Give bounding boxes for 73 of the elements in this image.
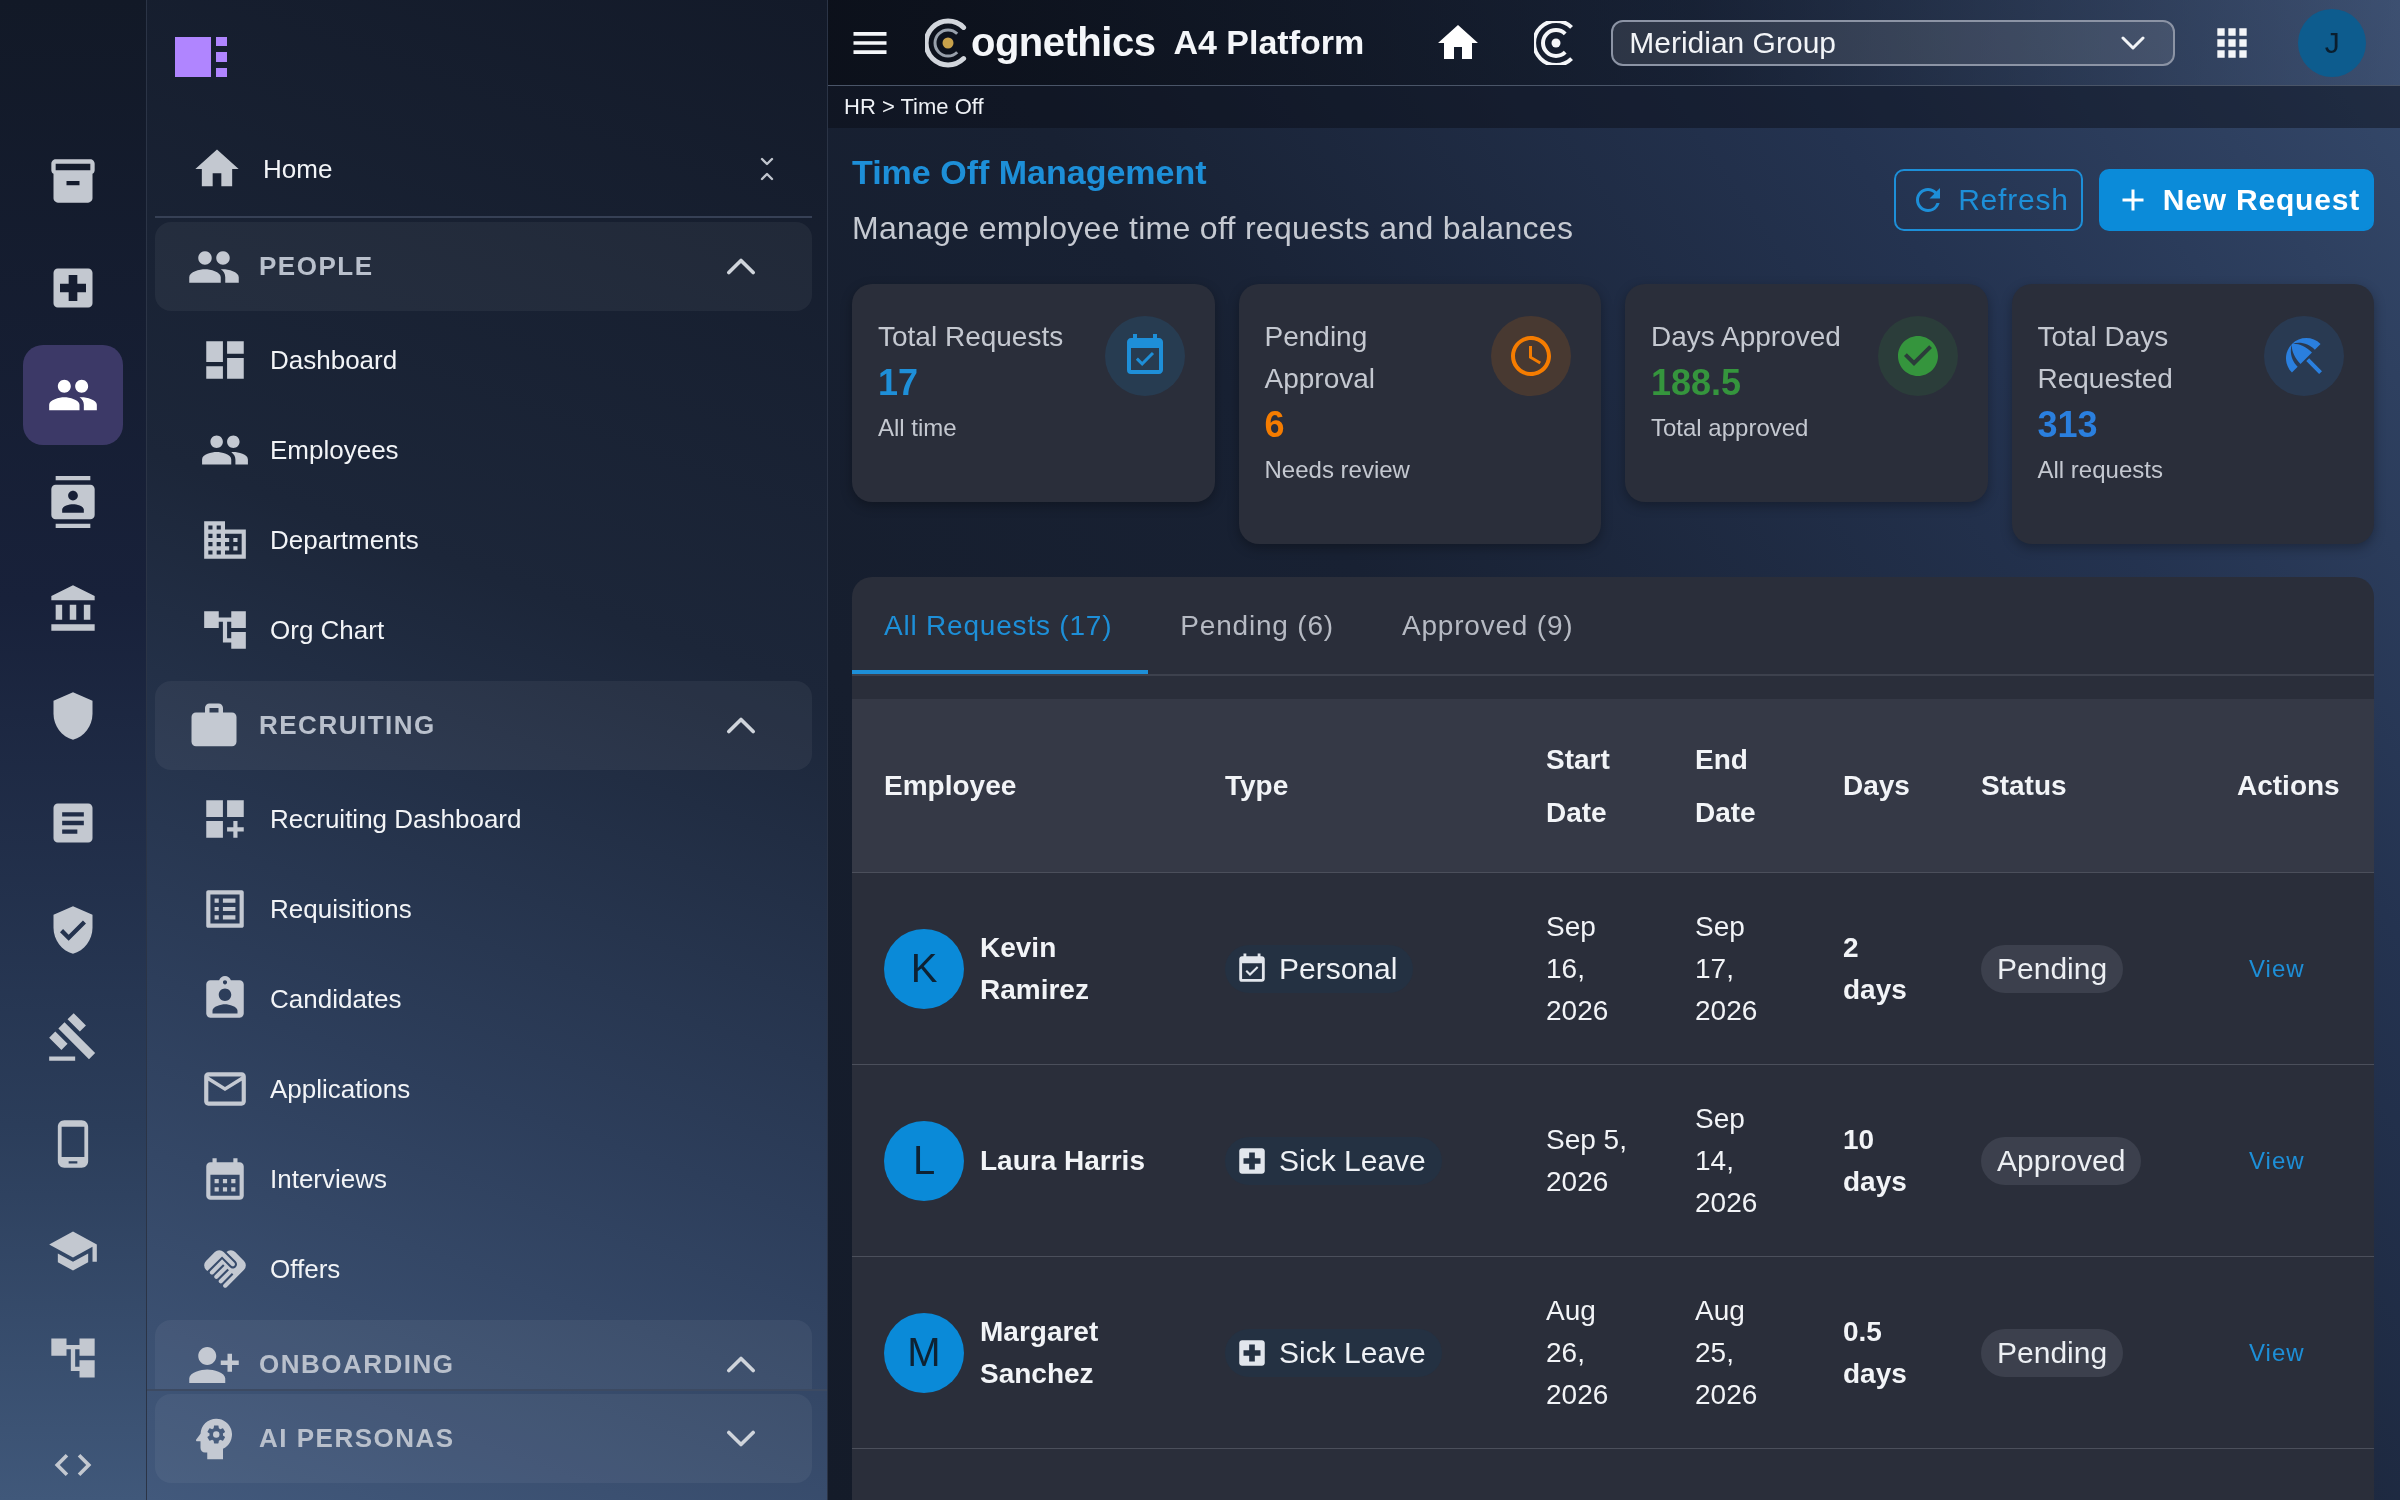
chevron-down-icon bbox=[2121, 35, 2146, 50]
column-header: Start Date bbox=[1546, 742, 1611, 830]
rail-nav-button[interactable] bbox=[23, 345, 123, 445]
status-chip: Pending bbox=[1981, 944, 2124, 993]
start-date: Sep 5, 2026 bbox=[1546, 1122, 1628, 1199]
employee-name: Margaret Sanchez bbox=[980, 1314, 1100, 1391]
view-link[interactable]: View bbox=[2249, 1338, 2305, 1367]
stat-label: Pending Approval bbox=[1264, 320, 1376, 396]
panel-logo-icon bbox=[175, 37, 227, 77]
stat-label: Total Requests bbox=[878, 320, 1064, 354]
stat-label: Days Approved bbox=[1651, 320, 1841, 354]
nav-item[interactable]: Candidates bbox=[200, 974, 402, 1024]
days-count: 2 days bbox=[1843, 930, 1908, 1007]
column-header: Employee bbox=[884, 769, 1017, 803]
organization-select[interactable]: Meridian Group bbox=[1611, 19, 2176, 66]
status-chip: Approved bbox=[1981, 1136, 2142, 1185]
home-nav-item[interactable]: Home bbox=[191, 143, 333, 195]
section-header[interactable]: RECRUITING bbox=[155, 681, 812, 770]
nav-item[interactable]: Dashboard bbox=[200, 335, 398, 385]
employee-avatar: L bbox=[884, 1120, 964, 1201]
end-date: Aug 25, 2026 bbox=[1695, 1293, 1759, 1412]
nav-item[interactable]: Recruiting Dashboard bbox=[200, 794, 522, 844]
stat-value: 188.5 bbox=[1651, 361, 1742, 405]
new-request-button[interactable]: New Request bbox=[2098, 169, 2374, 231]
nav-item[interactable]: Applications bbox=[200, 1064, 411, 1114]
column-header: Type bbox=[1225, 769, 1289, 803]
end-date: Sep 14, 2026 bbox=[1695, 1101, 1759, 1220]
status-chip: Pending bbox=[1981, 1328, 2124, 1377]
leave-type-label: Sick Leave bbox=[1279, 1334, 1426, 1371]
stat-caption: All requests bbox=[2037, 455, 2163, 485]
page-title: Time Off Management bbox=[852, 152, 1207, 193]
section-header[interactable]: ONBOARDING bbox=[155, 1320, 812, 1389]
stat-caption: Needs review bbox=[1264, 455, 1410, 485]
nav-item[interactable]: Requisitions bbox=[200, 884, 412, 934]
brand-logo-icon bbox=[925, 17, 969, 68]
employee-name: Laura Harris bbox=[980, 1143, 1145, 1178]
column-header: End Date bbox=[1695, 742, 1757, 830]
nav-item[interactable]: Employees bbox=[200, 425, 399, 475]
page-subtitle: Manage employee time off requests and balances bbox=[852, 209, 1574, 248]
product-name: A4 Platform bbox=[1173, 23, 1365, 62]
stat-label: Total Days Requested bbox=[2037, 320, 2174, 396]
stat-value: 17 bbox=[878, 361, 919, 405]
nav-item[interactable]: Org Chart bbox=[200, 605, 385, 655]
days-count: 10 days bbox=[1843, 1122, 1908, 1199]
filter-tab[interactable]: Pending (6) bbox=[1148, 577, 1370, 674]
collapse-all-icon[interactable] bbox=[760, 157, 774, 181]
filter-tab[interactable]: All Requests (17) bbox=[852, 577, 1149, 674]
nav-item[interactable]: Interviews bbox=[200, 1154, 388, 1204]
days-count: 0.5 days bbox=[1843, 1314, 1908, 1391]
employee-avatar: M bbox=[884, 1312, 964, 1393]
stat-value: 6 bbox=[1264, 403, 1285, 447]
leave-type-label: Personal bbox=[1279, 950, 1398, 987]
leave-type-label: Sick Leave bbox=[1279, 1142, 1426, 1179]
employee-avatar: K bbox=[884, 928, 964, 1009]
column-header: Days bbox=[1843, 769, 1910, 803]
view-link[interactable]: View bbox=[2249, 1146, 2305, 1175]
start-date: Aug 26, 2026 bbox=[1546, 1293, 1610, 1412]
breadcrumb: HR > Time Off bbox=[844, 94, 984, 120]
end-date: Sep 17, 2026 bbox=[1695, 909, 1759, 1028]
stat-caption: All time bbox=[878, 413, 957, 443]
employee-name: Kevin Ramirez bbox=[980, 930, 1090, 1007]
stat-value: 313 bbox=[2037, 403, 2098, 447]
section-header[interactable]: PEOPLE bbox=[155, 222, 812, 311]
nav-item[interactable]: Offers bbox=[200, 1244, 341, 1294]
brand-name: ognethics bbox=[971, 20, 1156, 65]
column-header: Actions bbox=[2237, 769, 2340, 803]
view-link[interactable]: View bbox=[2249, 954, 2305, 983]
start-date: Sep 16, 2026 bbox=[1546, 909, 1610, 1028]
column-header: Status bbox=[1981, 769, 2067, 803]
filter-tab[interactable]: Approved (9) bbox=[1369, 577, 1610, 674]
stat-caption: Total approved bbox=[1651, 413, 1809, 443]
section-header[interactable]: AI PERSONAS bbox=[155, 1394, 812, 1483]
nav-item[interactable]: Departments bbox=[200, 515, 419, 565]
